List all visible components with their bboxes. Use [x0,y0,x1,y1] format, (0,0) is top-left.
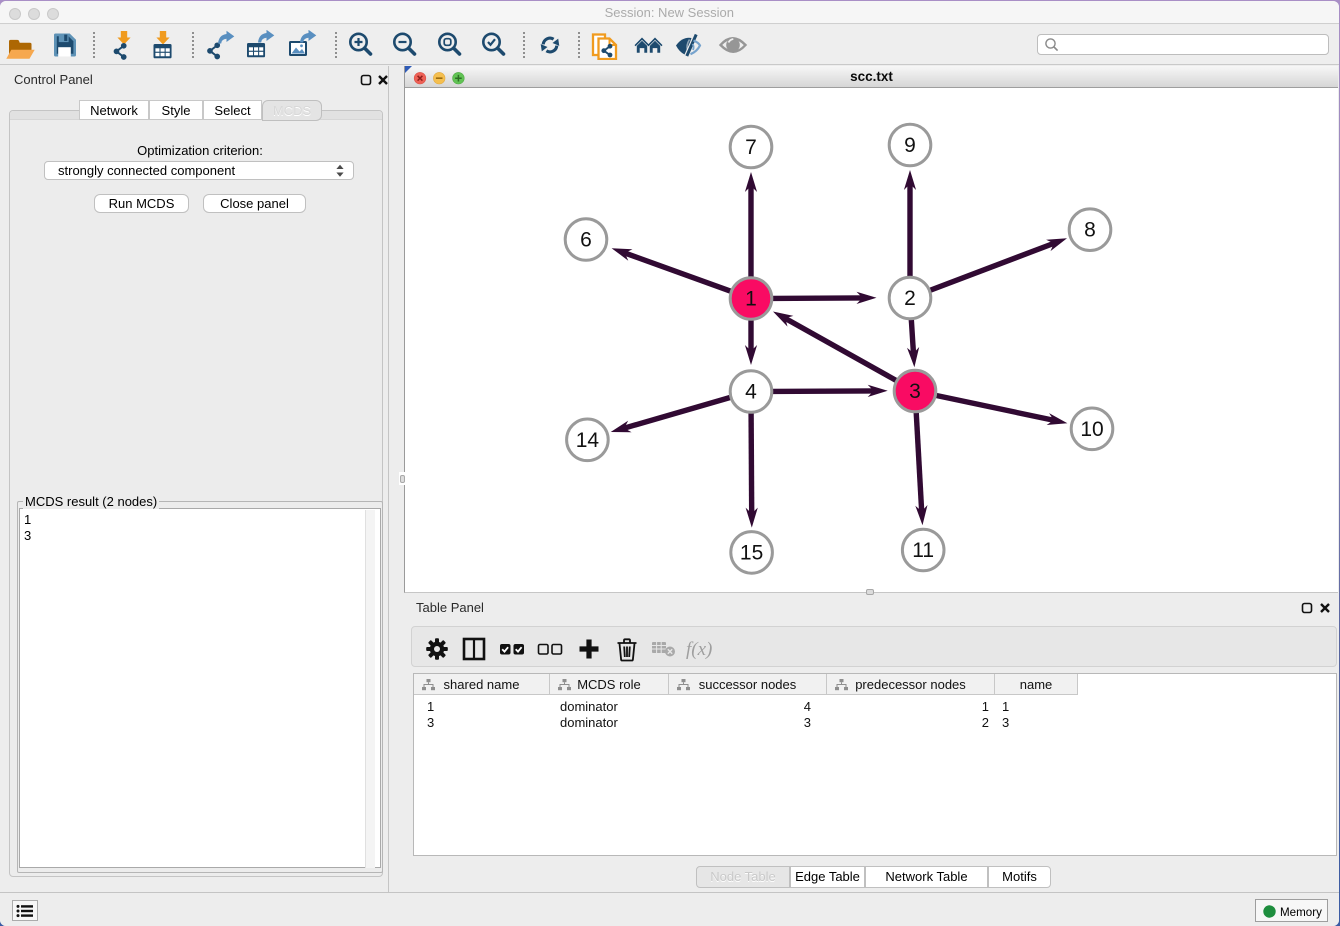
svg-text:7: 7 [745,136,757,159]
svg-text:15: 15 [740,541,763,564]
svg-text:8: 8 [1084,219,1096,242]
svg-text:2: 2 [904,287,916,310]
svg-text:f(x): f(x) [686,639,712,660]
svg-text:10: 10 [1080,418,1103,441]
svg-text:1: 1 [745,288,757,311]
svg-text:4: 4 [745,381,757,404]
svg-text:9: 9 [904,134,916,157]
svg-text:14: 14 [576,429,600,452]
svg-text:3: 3 [909,380,921,403]
svg-text:6: 6 [580,229,592,252]
svg-text:11: 11 [912,539,934,562]
